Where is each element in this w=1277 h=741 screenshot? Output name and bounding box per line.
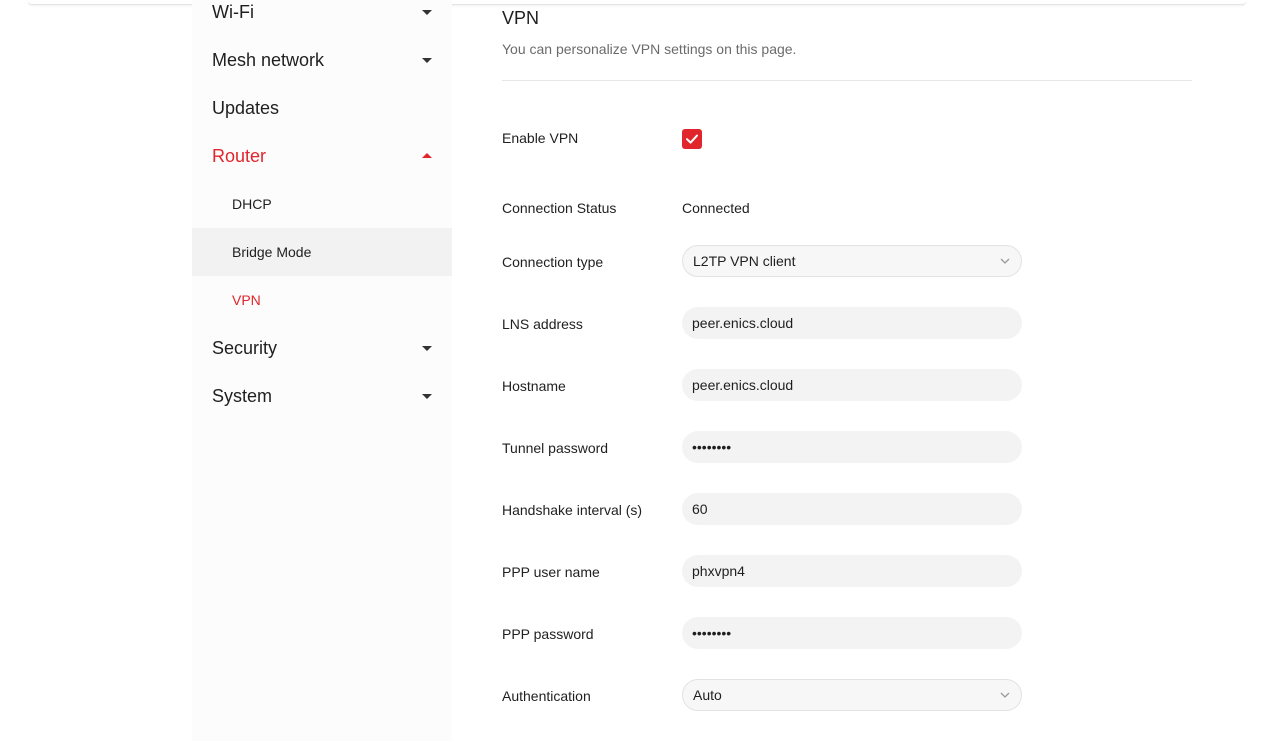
enable-vpn-checkbox[interactable] bbox=[682, 129, 702, 149]
tunnel-password-input[interactable]: •••••••• bbox=[682, 431, 1022, 463]
lns-address-input[interactable]: peer.enics.cloud bbox=[682, 307, 1022, 339]
ppp-password-value: •••••••• bbox=[692, 625, 732, 641]
caret-down-icon bbox=[422, 394, 432, 399]
sidebar-nav: Wi-Fi Mesh network Updates Router DHCP B… bbox=[192, 0, 452, 741]
page-title: VPN bbox=[502, 8, 540, 28]
authentication-value: Auto bbox=[693, 687, 722, 703]
sidebar-item-label: VPN bbox=[232, 292, 261, 308]
hostname-input[interactable]: peer.enics.cloud bbox=[682, 369, 1022, 401]
enable-vpn-label: Enable VPN bbox=[502, 130, 579, 146]
sidebar-item-bridge-mode[interactable]: Bridge Mode bbox=[192, 228, 452, 276]
tunnel-password-label: Tunnel password bbox=[502, 440, 609, 456]
chevron-down-icon bbox=[999, 689, 1011, 701]
chevron-down-icon bbox=[999, 255, 1011, 267]
sidebar-item-label: DHCP bbox=[232, 196, 272, 212]
sidebar-item-label: Router bbox=[212, 145, 267, 166]
sidebar-item-router[interactable]: Router bbox=[192, 132, 452, 180]
sidebar-item-label: Updates bbox=[212, 97, 280, 118]
lns-address-label: LNS address bbox=[502, 316, 583, 332]
caret-up-icon bbox=[422, 153, 432, 158]
sidebar-item-security[interactable]: Security bbox=[192, 324, 452, 372]
page-description: You can personalize VPN settings on this… bbox=[502, 41, 797, 57]
authentication-select[interactable]: Auto bbox=[682, 679, 1022, 711]
handshake-interval-input[interactable]: 60 bbox=[682, 493, 1022, 525]
sidebar-item-vpn[interactable]: VPN bbox=[192, 276, 452, 324]
sidebar-item-wifi[interactable]: Wi-Fi bbox=[192, 0, 452, 36]
sidebar-item-label: Mesh network bbox=[212, 49, 325, 70]
ppp-password-label: PPP password bbox=[502, 626, 594, 642]
sidebar-item-label: Bridge Mode bbox=[232, 244, 312, 260]
hostname-value: peer.enics.cloud bbox=[692, 377, 794, 393]
sidebar-item-label: Wi-Fi bbox=[212, 1, 254, 22]
sidebar-item-label: System bbox=[212, 385, 273, 406]
connection-status-label: Connection Status bbox=[502, 200, 617, 216]
authentication-label: Authentication bbox=[502, 688, 591, 704]
ppp-user-name-input[interactable]: phxvpn4 bbox=[682, 555, 1022, 587]
sidebar-item-mesh-network[interactable]: Mesh network bbox=[192, 36, 452, 84]
connection-type-value: L2TP VPN client bbox=[693, 253, 796, 269]
handshake-interval-value: 60 bbox=[692, 501, 708, 517]
tunnel-password-value: •••••••• bbox=[692, 439, 732, 455]
ppp-user-name-label: PPP user name bbox=[502, 564, 600, 580]
sidebar-item-label: Security bbox=[212, 337, 278, 358]
ppp-password-input[interactable]: •••••••• bbox=[682, 617, 1022, 649]
handshake-interval-label: Handshake interval (s) bbox=[502, 502, 643, 518]
hostname-label: Hostname bbox=[502, 378, 566, 394]
caret-down-icon bbox=[422, 10, 432, 15]
ppp-user-name-value: phxvpn4 bbox=[692, 563, 745, 579]
caret-down-icon bbox=[422, 58, 432, 63]
divider bbox=[502, 80, 1192, 81]
checkmark-icon bbox=[686, 134, 698, 144]
connection-type-select[interactable]: L2TP VPN client bbox=[682, 245, 1022, 277]
sidebar-item-updates[interactable]: Updates bbox=[192, 84, 452, 132]
caret-down-icon bbox=[422, 346, 432, 351]
connection-type-label: Connection type bbox=[502, 254, 604, 270]
sidebar-item-dhcp[interactable]: DHCP bbox=[192, 180, 452, 228]
sidebar-item-system[interactable]: System bbox=[192, 372, 452, 420]
vpn-settings-panel: VPN You can personalize VPN settings on … bbox=[502, 0, 1192, 741]
lns-address-value: peer.enics.cloud bbox=[692, 315, 794, 331]
connection-status-value: Connected bbox=[682, 200, 750, 216]
